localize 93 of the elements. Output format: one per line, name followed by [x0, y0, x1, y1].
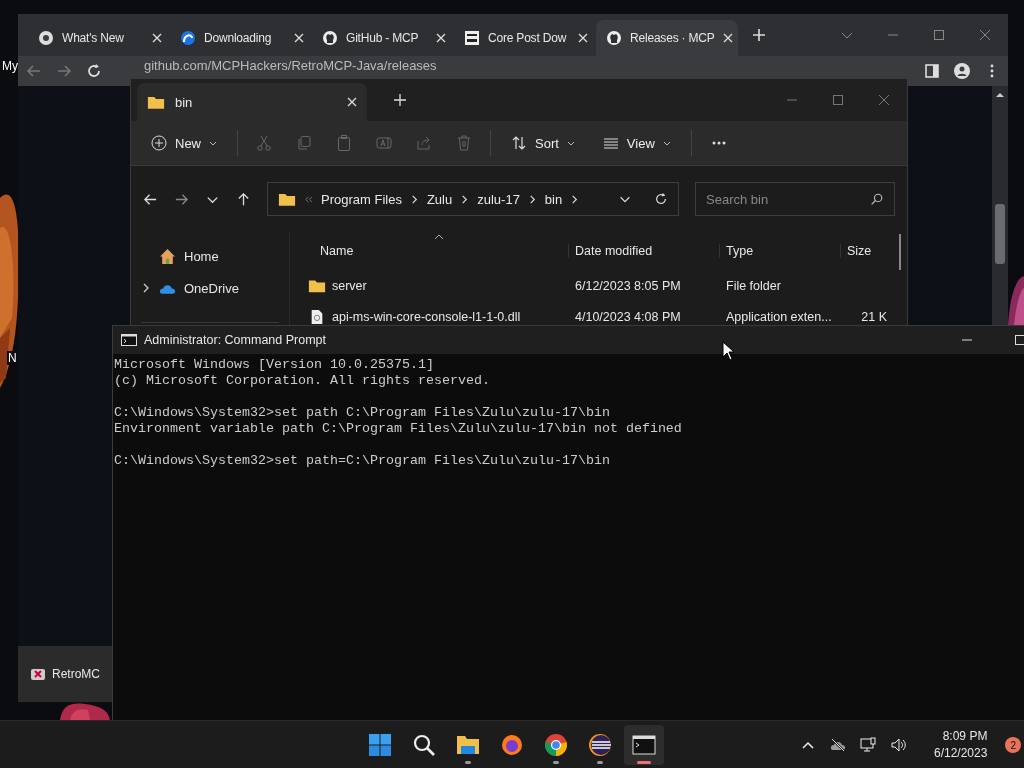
eclipse-icon [588, 733, 612, 757]
type-cell-text: Application exten... [725, 309, 833, 324]
nav-item[interactable]: Home [131, 240, 289, 272]
expand-icon[interactable] [141, 283, 151, 293]
date: 6/12/2023 [934, 745, 988, 762]
tab-title: bin [175, 94, 193, 110]
side-panel-icon[interactable] [924, 63, 940, 79]
explorer-tab[interactable]: bin [137, 83, 367, 121]
folder-icon [278, 191, 296, 207]
paste-icon[interactable] [336, 135, 352, 151]
column-header[interactable]: Name [320, 244, 568, 258]
file-name[interactable]: server [332, 278, 367, 293]
size-cell-text: 21 K [860, 309, 887, 324]
time: 8:09 PM [942, 728, 988, 745]
copy-icon[interactable] [296, 135, 312, 151]
folder-icon [456, 733, 480, 757]
tab-title: Releases · MCP [630, 31, 715, 45]
window-preview[interactable]: RetroMC [18, 646, 112, 702]
scrollbar[interactable] [992, 86, 1008, 325]
column-header[interactable]: Type [719, 244, 840, 258]
tile-icon [464, 30, 480, 46]
browser-tab[interactable]: What's New [28, 20, 170, 56]
terminal-icon [121, 334, 137, 346]
toolbar-button[interactable]: Sort [509, 131, 577, 155]
network-icon[interactable] [860, 737, 876, 753]
refresh-icon[interactable] [654, 192, 668, 206]
plus-icon [151, 135, 167, 151]
caret-icon [209, 139, 217, 147]
terminal-line: Environment variable path C:\Program Files\Zulu\zulu-17\bin not defined [114, 421, 682, 437]
breadcrumb-item[interactable]: bin [544, 191, 563, 207]
app-icon [30, 666, 46, 682]
new-tab-icon[interactable] [393, 93, 407, 107]
terminal-line: (c) Microsoft Corporation. All rights reserved. [114, 373, 490, 389]
profile-icon[interactable] [954, 63, 970, 79]
column-header[interactable]: Date modified [568, 244, 719, 258]
overflow-icon[interactable] [304, 194, 313, 204]
breadcrumb-item[interactable]: Program Files [321, 191, 402, 207]
toolbar-button[interactable]: View [600, 131, 673, 155]
scroll-up-icon[interactable] [995, 92, 1005, 98]
home-icon [159, 247, 176, 265]
volume-icon[interactable] [890, 737, 906, 753]
taskbar-button[interactable] [624, 725, 664, 765]
browser-tab[interactable]: Downloading [170, 20, 312, 56]
tab-title: GitHub - MCP [346, 31, 420, 45]
date-cell-text: 6/12/2023 8:05 PM [574, 278, 682, 293]
browser-tab[interactable]: GitHub - MCP [312, 20, 454, 56]
chevron-right-icon[interactable] [409, 194, 419, 204]
caret-icon [566, 139, 575, 147]
new-tab-icon[interactable] [752, 28, 766, 42]
type-cell-text: File folder [725, 278, 782, 293]
date-cell-text: 4/10/2023 4:08 PM [574, 309, 682, 324]
swirl-icon [180, 30, 196, 46]
browser-tab[interactable]: Core Post Dow [454, 20, 596, 56]
browser-tab[interactable]: Releases · MCP [596, 20, 738, 56]
tab-title: Downloading [204, 31, 273, 45]
chevron-right-icon[interactable] [460, 194, 470, 204]
reload-icon[interactable] [86, 63, 102, 79]
search-icon [412, 733, 436, 757]
breadcrumb-item[interactable]: Zulu [426, 191, 453, 207]
toolbar-button[interactable]: New [149, 131, 219, 155]
chevron-right-icon[interactable] [570, 194, 580, 204]
address-bar[interactable]: github.com/MCPHackers/RetroMCP-Java/releases [126, 59, 437, 73]
caret-icon [662, 139, 671, 147]
clock[interactable]: 8:09 PM 6/12/2023 [934, 728, 988, 762]
breadcrumb-item[interactable]: zulu-17 [477, 191, 520, 207]
file-name[interactable]: api-ms-win-core-console-l1-1-0.dll [332, 309, 521, 324]
share-icon[interactable] [416, 135, 432, 151]
mouse-cursor-icon [722, 341, 734, 361]
list-icon [602, 135, 619, 151]
chevron-right-icon[interactable] [527, 194, 537, 204]
terminal-line: C:\Windows\System32>set path C:\Program Files\Zulu\zulu-17\bin [114, 405, 610, 421]
preview-title: RetroMC [52, 667, 100, 681]
nav-item[interactable]: OneDrive [131, 272, 289, 304]
column-header[interactable]: Size [840, 244, 897, 258]
window-title: Administrator: Command Prompt [144, 333, 326, 347]
breadcrumb-bar[interactable]: Program Files Zulu zulu-17 bin [267, 182, 679, 216]
tab-title: What's New [62, 31, 125, 45]
forward-icon[interactable] [56, 63, 72, 79]
scroll-thumb[interactable] [995, 204, 1005, 264]
terminal-icon [632, 733, 656, 757]
notification-badge[interactable]: 2 [1005, 737, 1022, 753]
desktop-icon-label[interactable]: N [7, 351, 18, 365]
search-field[interactable]: Search bin [695, 182, 895, 216]
terminal-line: Microsoft Windows [Version 10.0.25375.1] [114, 357, 434, 373]
terminal-line: C:\Windows\System32>set path=C:\Program Files\Zulu\zulu-17\bin [114, 453, 610, 469]
desktop-icon-label[interactable]: My [2, 59, 18, 73]
tab-title: Core Post Dow [488, 31, 568, 45]
search-icon [870, 193, 883, 206]
up-icon[interactable] [236, 191, 251, 207]
folder-icon [147, 94, 165, 110]
cloud-off-icon[interactable] [830, 737, 846, 753]
windows-icon [368, 733, 392, 757]
sort-icon [511, 135, 527, 151]
